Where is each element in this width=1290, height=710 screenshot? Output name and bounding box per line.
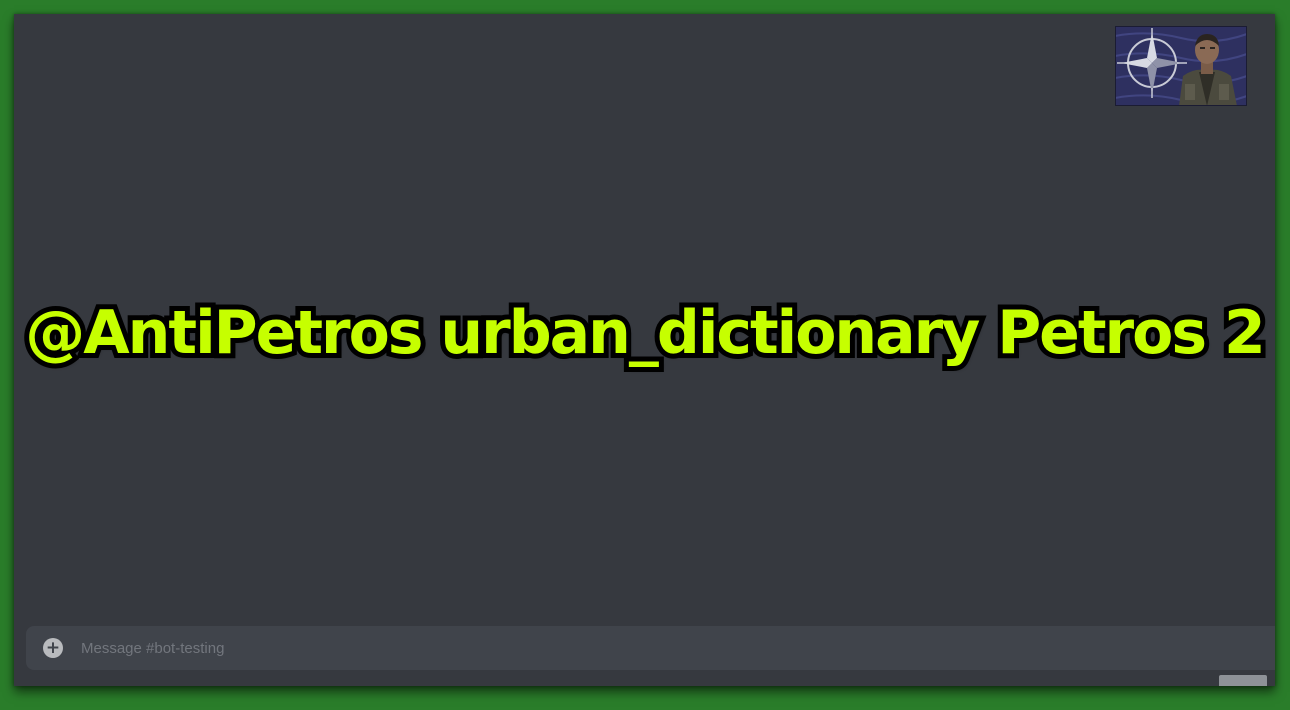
- overlay-caption: @AntiPetros urban_dictionary Petros 2: [20, 293, 1270, 373]
- discord-window: @AntiPetros urban_dictionary Petros 2 +: [14, 14, 1275, 686]
- nato-star-portrait-icon: [1115, 26, 1247, 106]
- user-avatar-thumbnail: [1115, 26, 1247, 106]
- message-input[interactable]: [79, 625, 1275, 671]
- message-composer: +: [26, 625, 1275, 671]
- scroll-handle[interactable]: [1219, 675, 1267, 686]
- plus-circle-icon[interactable]: +: [43, 638, 63, 658]
